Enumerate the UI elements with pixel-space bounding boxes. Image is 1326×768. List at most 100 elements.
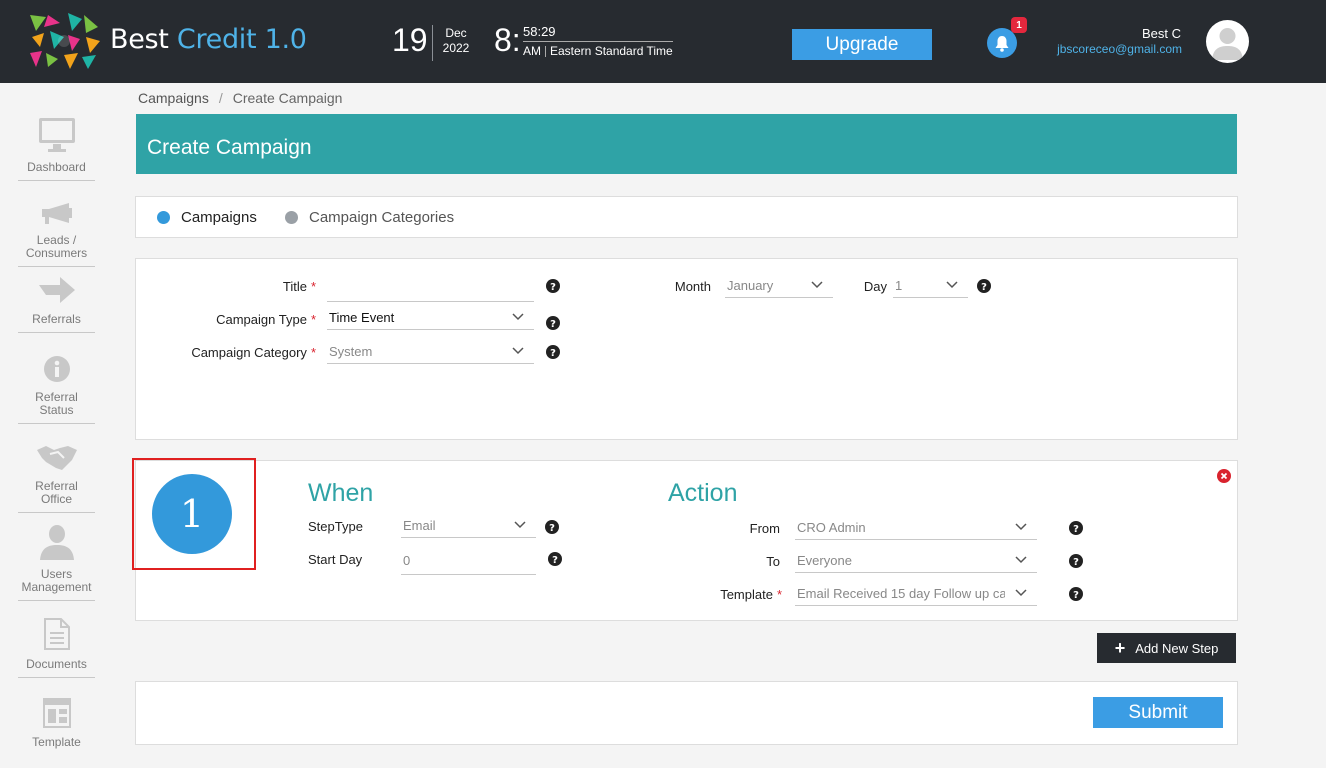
brand-name: Best Credit 1.0	[110, 24, 307, 55]
monitor-icon	[38, 113, 76, 153]
steptype-help-icon[interactable]: ?	[545, 520, 559, 534]
svg-text:?: ?	[552, 555, 558, 566]
sidebar-item-label: Referral Office	[35, 479, 78, 506]
time-minutes-seconds: 58:29	[523, 24, 673, 42]
brand-accent: Credit 1.0	[176, 24, 307, 55]
campaign-type-help-icon[interactable]: ?	[546, 316, 560, 330]
tab-campaign-categories[interactable]: Campaign Categories	[285, 209, 454, 226]
campaign-category-select[interactable]: System	[327, 339, 534, 364]
day-help-icon[interactable]: ?	[977, 279, 991, 293]
sidebar-item-label: Leads / Consumers	[25, 233, 88, 260]
submit-panel: Submit	[135, 681, 1238, 745]
megaphone-icon	[41, 186, 73, 226]
svg-text:?: ?	[1073, 590, 1079, 601]
steptype-select[interactable]: Email	[401, 513, 536, 538]
sidebar-item-label: Documents	[26, 657, 87, 671]
startday-input[interactable]: 0	[401, 546, 536, 575]
svg-text:?: ?	[550, 282, 556, 293]
day-select[interactable]: 1	[893, 273, 968, 298]
sidebar-item-leads-consumers[interactable]: Leads / Consumers	[18, 186, 95, 267]
action-title: Action	[668, 479, 738, 507]
tab-campaigns[interactable]: Campaigns	[157, 209, 257, 226]
sidebar-item-label: Template	[32, 735, 81, 749]
to-label: To	[766, 554, 780, 569]
sidebar-item-label: Users Management	[21, 567, 92, 594]
template-select[interactable]: Email Received 15 day Follow up ca	[795, 581, 1037, 606]
svg-text:?: ?	[550, 348, 556, 359]
handshake-icon	[36, 432, 78, 472]
from-select[interactable]: CRO Admin	[795, 515, 1037, 540]
svg-text:?: ?	[1073, 524, 1079, 535]
svg-text:?: ?	[550, 319, 556, 330]
notification-badge: 1	[1011, 17, 1027, 33]
sidebar-item-label: Referral Status	[35, 390, 78, 417]
breadcrumb-separator: /	[218, 90, 223, 106]
date-year: 2022	[442, 41, 470, 55]
month-label: Month	[674, 279, 711, 294]
startday-label: Start Day	[308, 552, 363, 567]
sidebar: Dashboard Leads / Consumers Referrals Re…	[0, 83, 113, 768]
chevron-down-icon	[1015, 523, 1027, 531]
arrow-right-icon	[38, 265, 76, 305]
sidebar-item-documents[interactable]: Documents	[18, 610, 95, 678]
tab-campaigns-label: Campaigns	[181, 209, 257, 226]
submit-button[interactable]: Submit	[1093, 697, 1223, 728]
chevron-down-icon	[946, 281, 958, 289]
tab-inactive-dot-icon	[285, 211, 298, 224]
template-label: Template *	[720, 587, 782, 602]
step-number-badge: 1	[152, 474, 232, 554]
user-icon	[38, 520, 76, 560]
sidebar-item-referral-office[interactable]: Referral Office	[18, 432, 95, 513]
time-ampm: AM	[523, 44, 541, 58]
chevron-down-icon	[1015, 589, 1027, 597]
date-month: Dec	[445, 26, 467, 40]
user-email[interactable]: jbscoreceo@gmail.com	[1057, 42, 1182, 56]
sidebar-item-template[interactable]: Template	[18, 688, 95, 755]
sidebar-item-referral-status[interactable]: Referral Status	[18, 343, 95, 424]
campaign-tabs: Campaigns Campaign Categories	[135, 196, 1238, 238]
chevron-down-icon	[514, 521, 526, 529]
campaign-category-help-icon[interactable]: ?	[546, 345, 560, 359]
chevron-down-icon	[512, 347, 524, 355]
template-help-icon[interactable]: ?	[1069, 587, 1083, 601]
tab-campaign-categories-label: Campaign Categories	[309, 209, 455, 226]
remove-step-close-icon[interactable]	[1217, 469, 1231, 483]
date-day: 19	[392, 22, 428, 58]
page-title: Create Campaign	[147, 136, 312, 159]
template-icon	[42, 688, 71, 728]
page-header-banner: Create Campaign	[136, 114, 1237, 174]
sidebar-item-users-management[interactable]: Users Management	[18, 520, 95, 601]
startday-help-icon[interactable]: ?	[548, 552, 562, 566]
breadcrumb-campaigns-link[interactable]: Campaigns	[138, 90, 209, 106]
upgrade-button[interactable]: Upgrade	[792, 29, 932, 60]
chevron-down-icon	[1015, 556, 1027, 564]
add-new-step-label: Add New Step	[1135, 640, 1219, 656]
campaign-category-label: Campaign Category *	[191, 345, 316, 360]
from-help-icon[interactable]: ?	[1069, 521, 1083, 535]
avatar[interactable]	[1206, 20, 1249, 63]
svg-text:?: ?	[981, 282, 987, 293]
month-select[interactable]: January	[725, 273, 833, 298]
top-bar: Best Credit 1.0 19 Dec 2022 8: 58:29 AM E…	[0, 0, 1326, 83]
sidebar-item-dashboard[interactable]: Dashboard	[18, 113, 95, 181]
to-select[interactable]: Everyone	[795, 548, 1037, 573]
date-month-year: Dec 2022	[442, 26, 470, 56]
chevron-down-icon	[811, 281, 823, 289]
campaign-step-1: 1 When StepType Email ? Start Day 0 ? Ac…	[132, 458, 1238, 621]
sidebar-item-referrals[interactable]: Referrals	[18, 265, 95, 333]
document-icon	[43, 610, 70, 650]
breadcrumb: Campaigns / Create Campaign	[138, 90, 342, 106]
add-new-step-button[interactable]: + Add New Step	[1097, 633, 1236, 663]
plus-icon: +	[1114, 638, 1126, 658]
svg-text:?: ?	[549, 523, 555, 534]
title-help-icon[interactable]: ?	[546, 279, 560, 293]
campaign-type-label: Campaign Type *	[216, 312, 316, 327]
to-help-icon[interactable]: ?	[1069, 554, 1083, 568]
svg-text:?: ?	[1073, 557, 1079, 568]
sidebar-item-label: Referrals	[32, 312, 81, 326]
breadcrumb-current: Create Campaign	[232, 90, 343, 106]
brand-logo-icon[interactable]	[28, 13, 100, 69]
user-name[interactable]: Best C	[1142, 26, 1181, 41]
title-input[interactable]	[327, 277, 534, 302]
campaign-type-select[interactable]: Time Event	[327, 305, 534, 330]
